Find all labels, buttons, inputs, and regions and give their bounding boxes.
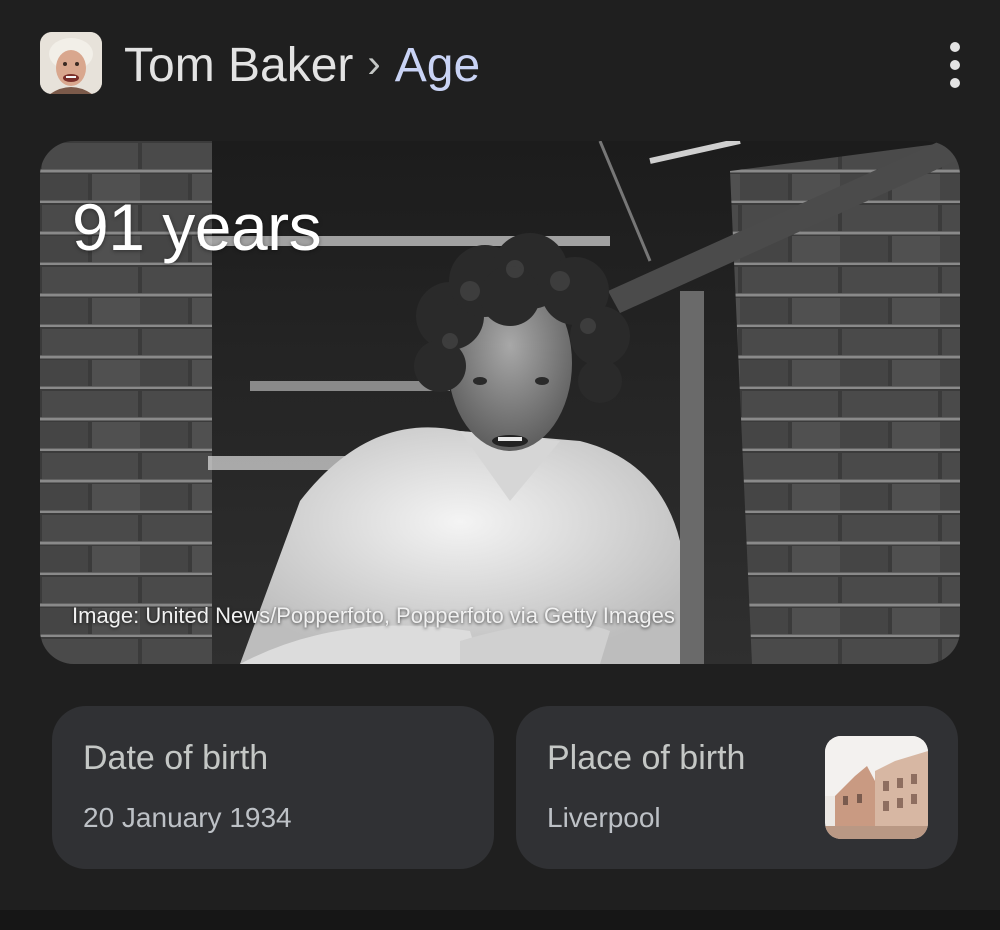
date-of-birth-card[interactable]: Date of birth 20 January 1934 [52,706,494,869]
breadcrumb-separator: › [367,42,381,86]
person-avatar-icon [40,32,102,94]
kebab-dot [950,78,960,88]
hero-image-card[interactable]: 91 years Image: United News/Popperfoto, … [40,141,960,664]
date-of-birth-value: 20 January 1934 [83,802,292,833]
image-credit: Image: United News/Popperfoto, Popperfot… [72,603,675,628]
place-of-birth-value: Liverpool [547,802,661,833]
age-value: 91 years [72,190,322,264]
title-entity[interactable]: Tom Baker [124,38,353,94]
date-of-birth-label: Date of birth [83,739,269,777]
building-photo-icon [825,736,928,839]
bottom-edge [0,910,1000,930]
page-title: Tom Baker › Age [124,38,480,94]
title-attribute: Age [394,39,481,92]
place-of-birth-label: Place of birth [547,739,746,777]
kebab-dot [950,42,960,52]
kebab-dot [950,60,960,70]
place-of-birth-card[interactable]: Place of birth Liverpool [516,706,958,869]
header: Tom Baker › Age [40,32,970,96]
avatar[interactable] [40,32,102,94]
more-vert-icon[interactable] [940,42,970,88]
